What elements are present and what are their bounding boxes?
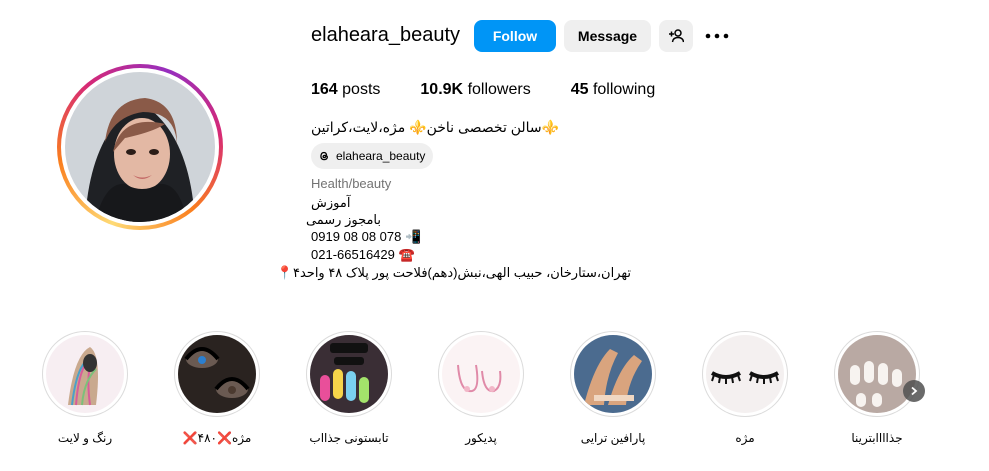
threads-icon (320, 151, 328, 161)
profile-avatar-ring[interactable] (57, 64, 223, 230)
suggest-accounts-button[interactable] (659, 20, 693, 52)
highlight-item[interactable]: رنگ و لایت (30, 331, 140, 445)
bio-education: آموزش (311, 195, 351, 210)
story-highlights: رنگ و لایت مژه❌۴۸۰❌ تابستونی جذااب پدیکو… (0, 331, 989, 451)
followers-count: 10.9K (420, 81, 464, 98)
profile-stats: 164 posts 10.9K followers 45 following (311, 81, 695, 99)
avatar-gap (61, 68, 219, 226)
bio-phone-landline: 021-66516429 ☎️ (311, 247, 415, 262)
person-plus-icon (669, 29, 684, 43)
highlight-item[interactable]: تابستونی جذااب (294, 331, 404, 445)
highlight-cover (574, 335, 652, 413)
message-button[interactable]: Message (564, 20, 651, 52)
follow-button[interactable]: Follow (474, 20, 556, 52)
highlight-label: رنگ و لایت (57, 431, 113, 445)
highlights-next-button[interactable] (903, 380, 925, 402)
bio-title: ⚜️سالن تخصصی ناخن⚜️ مژه،لایت،کراتین (311, 119, 560, 135)
more-horizontal-icon (705, 33, 729, 39)
more-options-button[interactable] (703, 26, 731, 46)
highlight-item[interactable]: مژه (690, 331, 800, 445)
following-label: following (592, 81, 656, 98)
highlight-label: مژه (735, 431, 755, 445)
posts-stat[interactable]: 164 posts (311, 81, 380, 99)
following-stat[interactable]: 45 following (571, 81, 656, 99)
highlight-label: جذاااابترینا (851, 431, 903, 445)
threads-link[interactable]: elaheara_beauty (311, 143, 434, 169)
highlight-cover (178, 335, 256, 413)
profile-username: elaheara_beauty (311, 24, 461, 46)
highlight-ring (174, 331, 260, 417)
highlight-label: مژه❌۴۸۰❌ (182, 431, 252, 445)
highlight-label: پدیکور (465, 431, 497, 445)
bio-address: تهران،ستارخان، حبیب الهی،نبش(دهم)فلاحت پ… (276, 265, 631, 280)
avatar[interactable] (65, 72, 215, 222)
followers-stat[interactable]: 10.9K followers (420, 81, 530, 99)
posts-label: posts (342, 81, 381, 98)
highlight-cover (838, 335, 916, 413)
highlight-ring (438, 331, 524, 417)
highlight-item[interactable]: مژه❌۴۸۰❌ (162, 331, 272, 445)
highlight-cover (310, 335, 388, 413)
highlight-ring (306, 331, 392, 417)
highlight-ring (42, 331, 128, 417)
chevron-right-icon (911, 386, 918, 396)
threads-handle: elaheara_beauty (336, 149, 426, 163)
profile-category: Health/beauty (311, 176, 392, 191)
highlight-item[interactable]: پدیکور (426, 331, 536, 445)
highlight-item[interactable]: پارافین ترایی (558, 331, 668, 445)
highlight-label: تابستونی جذااب (309, 431, 389, 445)
followers-label: followers (467, 81, 531, 98)
bio-phone-mobile: 0919 08 08 078 📲 (311, 229, 422, 244)
highlight-label: پارافین ترایی (580, 431, 646, 445)
bio-license: بامجوز رسمی (305, 212, 381, 227)
following-count: 45 (570, 81, 589, 98)
highlight-ring (702, 331, 788, 417)
highlight-ring (570, 331, 656, 417)
highlight-cover (46, 335, 124, 413)
highlight-cover (706, 335, 784, 413)
highlight-cover (442, 335, 520, 413)
highlight-ring (834, 331, 920, 417)
posts-count: 164 (311, 81, 338, 98)
